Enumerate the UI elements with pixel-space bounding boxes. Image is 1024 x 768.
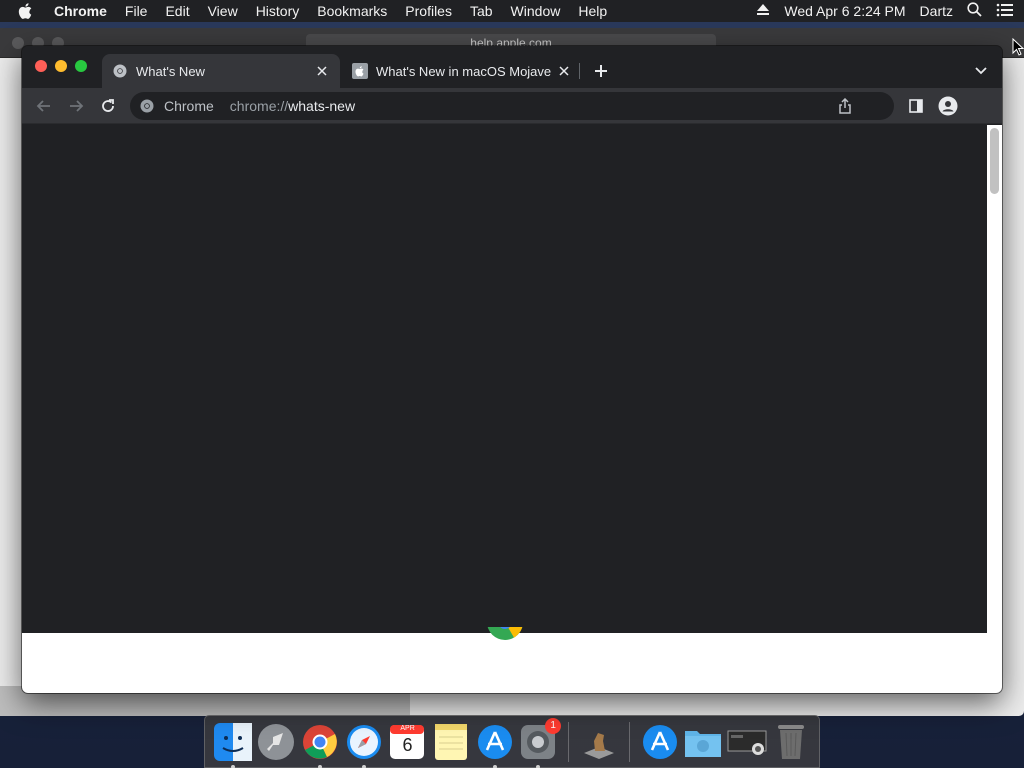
reload-icon xyxy=(102,99,114,112)
forward-button[interactable] xyxy=(64,94,88,118)
finder-icon xyxy=(213,722,252,761)
close-tab-icon[interactable] xyxy=(556,63,572,79)
dock-chess[interactable] xyxy=(579,722,619,762)
menu-user[interactable]: Dartz xyxy=(920,3,953,19)
folder-icon xyxy=(685,730,722,757)
dock-launchpad[interactable] xyxy=(257,722,297,762)
reload-button[interactable] xyxy=(96,94,120,118)
browser-toolbar: Chrome chrome:// whats-new xyxy=(22,88,1002,124)
site-chip-label[interactable]: Chrome xyxy=(164,98,214,114)
menu-file[interactable]: File xyxy=(125,3,148,19)
scrollbar[interactable] xyxy=(987,125,1002,693)
dock-app-store-folder[interactable] xyxy=(640,722,680,762)
dock-safari[interactable] xyxy=(344,722,384,768)
tab-title: What's New in macOS Mojave xyxy=(376,63,552,79)
side-panel-button[interactable] xyxy=(904,94,928,118)
menu-tab[interactable]: Tab xyxy=(470,3,493,19)
menu-app-name[interactable]: Chrome xyxy=(54,3,107,19)
dock-notes[interactable] xyxy=(431,722,471,762)
menu-profiles[interactable]: Profiles xyxy=(405,3,452,19)
running-indicator xyxy=(318,764,323,768)
menu-edit[interactable]: Edit xyxy=(165,3,189,19)
calendar-day: 6 xyxy=(402,734,413,755)
url-scheme: chrome:// xyxy=(229,98,289,114)
chevron-down-icon xyxy=(975,67,987,75)
page-content-lower xyxy=(22,627,987,693)
mouse-pointer-icon xyxy=(1012,38,1024,56)
tab-strip: What's New What's New in macOS Mojave xyxy=(22,46,1002,88)
scrollbar-thumb[interactable] xyxy=(990,128,999,194)
back-arrow-icon xyxy=(36,100,50,112)
app-store-icon xyxy=(642,724,677,759)
side-panel-icon xyxy=(909,99,923,113)
plus-icon xyxy=(595,65,607,77)
profile-avatar-icon xyxy=(938,96,958,116)
new-tab-button[interactable] xyxy=(590,60,612,82)
dock-trash[interactable] xyxy=(771,722,811,762)
dock-system-preferences[interactable]: 1 xyxy=(518,717,562,768)
running-indicator xyxy=(492,764,497,768)
page-content xyxy=(22,125,987,633)
close-tab-icon[interactable] xyxy=(314,63,330,79)
menu-view[interactable]: View xyxy=(208,3,238,19)
chrome-page-icon xyxy=(140,98,156,114)
tab-search-button[interactable] xyxy=(970,60,992,82)
forward-arrow-icon xyxy=(70,100,84,112)
chrome-favicon-icon xyxy=(112,63,128,79)
calendar-month: APR xyxy=(400,724,415,732)
menu-window[interactable]: Window xyxy=(511,3,561,19)
launchpad-rocket-icon xyxy=(258,723,295,760)
app-store-icon xyxy=(477,724,512,759)
trash-icon xyxy=(778,724,805,759)
minimize-window-button[interactable] xyxy=(55,60,67,72)
dock-screenshot[interactable] xyxy=(727,722,767,762)
tab-whats-new[interactable]: What's New xyxy=(102,54,340,88)
dock-chrome[interactable] xyxy=(300,722,340,768)
menu-bookmarks[interactable]: Bookmarks xyxy=(317,3,387,19)
dock-separator xyxy=(568,721,570,762)
tab-whats-new-macos-mojave[interactable]: What's New in macOS Mojave xyxy=(342,54,582,88)
back-button[interactable] xyxy=(32,94,56,118)
address-bar[interactable]: Chrome chrome:// whats-new xyxy=(130,92,894,120)
menu-history[interactable]: History xyxy=(256,3,300,19)
dock-downloads[interactable] xyxy=(683,722,723,762)
close-window-button[interactable] xyxy=(35,60,47,72)
apple-favicon-icon xyxy=(352,63,368,79)
menu-help[interactable]: Help xyxy=(578,3,607,19)
dock-app-store[interactable] xyxy=(475,722,515,768)
tab-separator xyxy=(579,63,580,79)
eject-icon[interactable] xyxy=(756,3,770,19)
running-indicator xyxy=(361,764,366,768)
dock-finder[interactable] xyxy=(213,722,253,768)
chrome-window[interactable]: What's New What's New in macOS Mojave Ch… xyxy=(22,46,1002,693)
spotlight-search-icon[interactable] xyxy=(967,2,982,20)
chess-knight-icon xyxy=(583,732,614,759)
profile-button[interactable] xyxy=(936,94,960,118)
screenshot-icon xyxy=(727,730,767,755)
dock-separator xyxy=(628,721,630,762)
chrome-logo-icon xyxy=(486,627,524,643)
menu-bar: Chrome File Edit View History Bookmarks … xyxy=(0,0,1024,22)
tab-title: What's New xyxy=(136,63,205,79)
dock: APR 6 1 xyxy=(204,715,820,768)
running-indicator xyxy=(536,764,541,768)
notification-center-icon[interactable] xyxy=(996,3,1014,20)
share-icon[interactable] xyxy=(838,97,854,114)
url-host: whats-new xyxy=(288,98,356,114)
zoom-window-button[interactable] xyxy=(75,60,87,72)
running-indicator xyxy=(231,764,235,768)
safari-compass-icon xyxy=(346,724,381,759)
menu-clock[interactable]: Wed Apr 6 2:24 PM xyxy=(784,3,905,19)
chrome-icon xyxy=(303,724,338,759)
window-controls xyxy=(35,60,87,72)
notes-icon xyxy=(435,723,468,760)
apple-menu-icon[interactable] xyxy=(18,3,36,19)
dock-calendar[interactable]: APR 6 xyxy=(388,722,428,762)
notification-badge: 1 xyxy=(545,717,562,734)
